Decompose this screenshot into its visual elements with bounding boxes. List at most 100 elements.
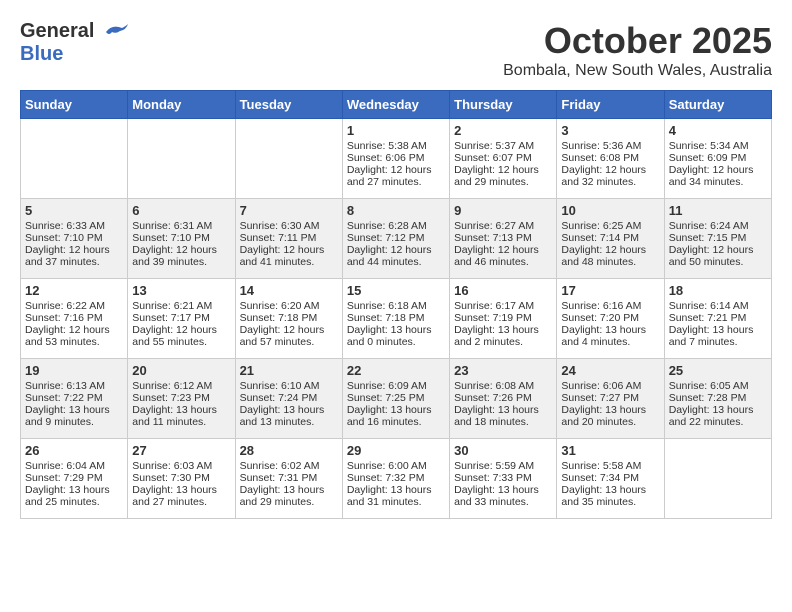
day-number: 23 <box>454 363 552 378</box>
daylight-text: Daylight: 12 hours and 48 minutes. <box>561 244 659 268</box>
sunset-text: Sunset: 7:21 PM <box>669 312 767 324</box>
calendar-cell: 13Sunrise: 6:21 AMSunset: 7:17 PMDayligh… <box>128 279 235 359</box>
sunset-text: Sunset: 7:34 PM <box>561 472 659 484</box>
day-number: 27 <box>132 443 230 458</box>
sunrise-text: Sunrise: 6:02 AM <box>240 460 338 472</box>
calendar-week-row: 26Sunrise: 6:04 AMSunset: 7:29 PMDayligh… <box>21 439 772 519</box>
day-number: 5 <box>25 203 123 218</box>
sunset-text: Sunset: 7:19 PM <box>454 312 552 324</box>
sunset-text: Sunset: 7:18 PM <box>240 312 338 324</box>
calendar-cell: 28Sunrise: 6:02 AMSunset: 7:31 PMDayligh… <box>235 439 342 519</box>
daylight-text: Daylight: 13 hours and 25 minutes. <box>25 484 123 508</box>
logo-general: General <box>20 20 130 43</box>
calendar-cell: 19Sunrise: 6:13 AMSunset: 7:22 PMDayligh… <box>21 359 128 439</box>
sunrise-text: Sunrise: 6:18 AM <box>347 300 445 312</box>
sunset-text: Sunset: 7:24 PM <box>240 392 338 404</box>
weekday-header-monday: Monday <box>128 91 235 119</box>
sunset-text: Sunset: 7:29 PM <box>25 472 123 484</box>
sunset-text: Sunset: 7:14 PM <box>561 232 659 244</box>
weekday-header-sunday: Sunday <box>21 91 128 119</box>
daylight-text: Daylight: 12 hours and 50 minutes. <box>669 244 767 268</box>
sunrise-text: Sunrise: 6:00 AM <box>347 460 445 472</box>
calendar-cell: 26Sunrise: 6:04 AMSunset: 7:29 PMDayligh… <box>21 439 128 519</box>
calendar-cell: 14Sunrise: 6:20 AMSunset: 7:18 PMDayligh… <box>235 279 342 359</box>
sunset-text: Sunset: 7:20 PM <box>561 312 659 324</box>
calendar-cell: 15Sunrise: 6:18 AMSunset: 7:18 PMDayligh… <box>342 279 449 359</box>
calendar-cell: 16Sunrise: 6:17 AMSunset: 7:19 PMDayligh… <box>450 279 557 359</box>
day-number: 31 <box>561 443 659 458</box>
day-number: 9 <box>454 203 552 218</box>
daylight-text: Daylight: 12 hours and 27 minutes. <box>347 164 445 188</box>
daylight-text: Daylight: 12 hours and 46 minutes. <box>454 244 552 268</box>
sunrise-text: Sunrise: 5:38 AM <box>347 140 445 152</box>
calendar-table: SundayMondayTuesdayWednesdayThursdayFrid… <box>20 90 772 519</box>
calendar-cell: 10 Sunrise: 6:25 AMSunset: 7:14 PMDayligh… <box>557 199 664 279</box>
daylight-text: Daylight: 13 hours and 16 minutes. <box>347 404 445 428</box>
day-number: 3 <box>561 123 659 138</box>
month-title: October 2025 <box>503 20 772 62</box>
sunrise-text: Sunrise: 6:03 AM <box>132 460 230 472</box>
day-number: 8 <box>347 203 445 218</box>
sunrise-text: Sunrise: 6:20 AM <box>240 300 338 312</box>
sunrise-text: Sunrise: 6:24 AM <box>669 220 767 232</box>
calendar-cell: 18Sunrise: 6:14 AMSunset: 7:21 PMDayligh… <box>664 279 771 359</box>
daylight-text: Daylight: 13 hours and 11 minutes. <box>132 404 230 428</box>
logo-bird-icon <box>102 22 130 42</box>
day-number: 17 <box>561 283 659 298</box>
sunrise-text: Sunrise: 6:14 AM <box>669 300 767 312</box>
sunrise-text: Sunrise: 6:21 AM <box>132 300 230 312</box>
daylight-text: Daylight: 13 hours and 4 minutes. <box>561 324 659 348</box>
daylight-text: Daylight: 13 hours and 9 minutes. <box>25 404 123 428</box>
calendar-cell <box>21 119 128 199</box>
calendar-cell: 7Sunrise: 6:30 AMSunset: 7:11 PMDaylight… <box>235 199 342 279</box>
day-number: 10 <box>561 203 659 218</box>
sunrise-text: Sunrise: 6:09 AM <box>347 380 445 392</box>
logo-blue: Blue <box>20 43 63 65</box>
sunset-text: Sunset: 7:16 PM <box>25 312 123 324</box>
sunset-text: Sunset: 7:23 PM <box>132 392 230 404</box>
sunrise-text: Sunrise: 6:28 AM <box>347 220 445 232</box>
sunrise-text: Sunrise: 6:17 AM <box>454 300 552 312</box>
sunset-text: Sunset: 7:18 PM <box>347 312 445 324</box>
calendar-cell: 23Sunrise: 6:08 AMSunset: 7:26 PMDayligh… <box>450 359 557 439</box>
calendar-cell: 22Sunrise: 6:09 AMSunset: 7:25 PMDayligh… <box>342 359 449 439</box>
day-number: 19 <box>25 363 123 378</box>
sunset-text: Sunset: 7:13 PM <box>454 232 552 244</box>
daylight-text: Daylight: 13 hours and 20 minutes. <box>561 404 659 428</box>
calendar-cell: 6Sunrise: 6:31 AMSunset: 7:10 PMDaylight… <box>128 199 235 279</box>
sunrise-text: Sunrise: 6:25 AM <box>561 220 659 232</box>
sunset-text: Sunset: 7:31 PM <box>240 472 338 484</box>
sunrise-text: Sunrise: 6:30 AM <box>240 220 338 232</box>
day-number: 13 <box>132 283 230 298</box>
calendar-cell <box>235 119 342 199</box>
calendar-cell: 21Sunrise: 6:10 AMSunset: 7:24 PMDayligh… <box>235 359 342 439</box>
sunset-text: Sunset: 6:08 PM <box>561 152 659 164</box>
calendar-cell: 30Sunrise: 5:59 AMSunset: 7:33 PMDayligh… <box>450 439 557 519</box>
calendar-cell: 11Sunrise: 6:24 AMSunset: 7:15 PMDayligh… <box>664 199 771 279</box>
sunrise-text: Sunrise: 6:08 AM <box>454 380 552 392</box>
daylight-text: Daylight: 13 hours and 2 minutes. <box>454 324 552 348</box>
calendar-cell: 8Sunrise: 6:28 AMSunset: 7:12 PMDaylight… <box>342 199 449 279</box>
sunset-text: Sunset: 7:33 PM <box>454 472 552 484</box>
day-number: 15 <box>347 283 445 298</box>
sunset-text: Sunset: 7:28 PM <box>669 392 767 404</box>
day-number: 6 <box>132 203 230 218</box>
calendar-cell: 2Sunrise: 5:37 AMSunset: 6:07 PMDaylight… <box>450 119 557 199</box>
daylight-text: Daylight: 13 hours and 7 minutes. <box>669 324 767 348</box>
day-number: 12 <box>25 283 123 298</box>
calendar-cell: 27Sunrise: 6:03 AMSunset: 7:30 PMDayligh… <box>128 439 235 519</box>
calendar-cell: 5Sunrise: 6:33 AMSunset: 7:10 PMDaylight… <box>21 199 128 279</box>
daylight-text: Daylight: 12 hours and 57 minutes. <box>240 324 338 348</box>
calendar-week-row: 1Sunrise: 5:38 AMSunset: 6:06 PMDaylight… <box>21 119 772 199</box>
day-number: 26 <box>25 443 123 458</box>
title-block: October 2025 Bombala, New South Wales, A… <box>503 20 772 80</box>
daylight-text: Daylight: 13 hours and 29 minutes. <box>240 484 338 508</box>
page-header: General Blue October 2025 Bombala, New S… <box>20 20 772 80</box>
daylight-text: Daylight: 12 hours and 37 minutes. <box>25 244 123 268</box>
day-number: 20 <box>132 363 230 378</box>
sunrise-text: Sunrise: 6:13 AM <box>25 380 123 392</box>
daylight-text: Daylight: 13 hours and 27 minutes. <box>132 484 230 508</box>
sunset-text: Sunset: 7:12 PM <box>347 232 445 244</box>
logo: General Blue <box>20 20 130 66</box>
day-number: 22 <box>347 363 445 378</box>
